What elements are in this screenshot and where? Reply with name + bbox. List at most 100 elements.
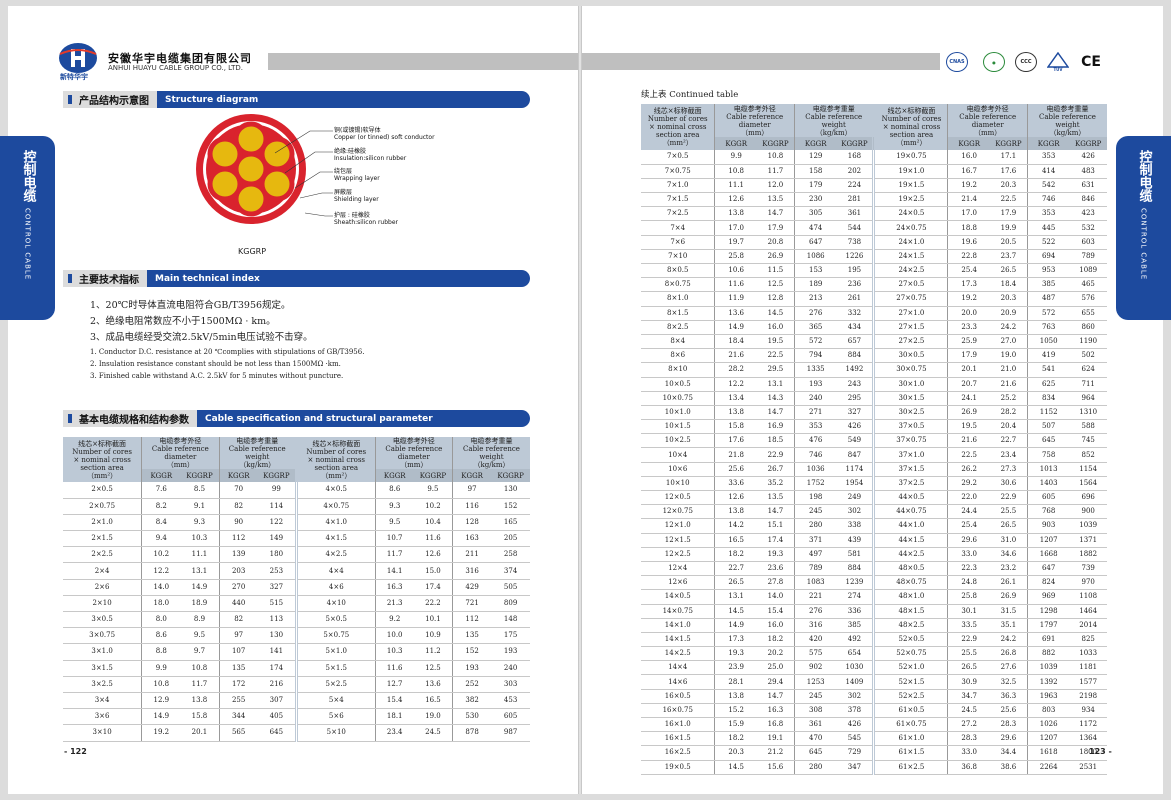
cell-spec: 16×2.5: [641, 745, 715, 761]
cell-spec: 12×0.5: [641, 490, 715, 506]
header-model-kggrp: KGGRP: [989, 137, 1028, 150]
layer-label-shielding: 屏蔽层 Shielding layer: [334, 189, 379, 203]
cell-value: 9.9: [714, 150, 757, 165]
cell-value: 353: [1026, 150, 1070, 165]
table-row: 14×6 28.1 29.4 1253 1409 52×1.5 30.9 32.5 1392 15…: [641, 674, 1107, 690]
table-row: 10×0.5 12.2 13.1 193 243 30×1.0 20.7 21.6 625 711: [641, 377, 1107, 392]
cell-value: 16.3: [756, 703, 795, 719]
cell-value: 10.4: [413, 514, 453, 532]
cell-spec: 48×2.5: [872, 618, 948, 633]
cell-spec: 14×6: [641, 674, 715, 690]
cell-spec: 24×2.5: [872, 263, 948, 279]
cell-value: 10.8: [141, 676, 181, 693]
cell-spec: 2×1.0: [63, 514, 142, 532]
cell-value: 10.9: [413, 627, 453, 645]
tech-index-cn-2: 2、绝缘电阻常数应不小于1500MΩ · km。: [90, 316, 276, 327]
cell-value: 35.1: [989, 618, 1028, 633]
cell-value: 336: [836, 604, 874, 619]
cell-value: 572: [793, 334, 837, 350]
cell-value: 20.3: [989, 178, 1028, 194]
cell-value: 1190: [1069, 334, 1107, 350]
diagram-leader-lines: [274, 130, 333, 217]
cell-spec: 3×6: [63, 708, 142, 726]
spec-table-left: 线芯×标称截面 Number of cores × nominal cross sec…: [63, 437, 530, 742]
header-model-kggrp: KGGRP: [491, 469, 530, 482]
cell-value: 426: [1069, 150, 1107, 165]
cell-value: 17.4: [413, 579, 453, 596]
cell-value: 16.0: [947, 150, 990, 165]
table-row: 16×0.75 15.2 16.3 308 378 61×0.5 24.5 25.6 803 93…: [641, 703, 1107, 719]
cell-value: 135: [452, 627, 492, 645]
cell-value: 739: [1069, 561, 1107, 577]
cell-value: 10.8: [714, 164, 757, 179]
cell-value: 24.2: [989, 320, 1028, 335]
cell-value: 13.8: [714, 689, 757, 704]
cell-spec: 4×1.0: [294, 514, 376, 532]
cell-value: 274: [836, 589, 874, 605]
cell-value: 24.4: [947, 504, 990, 520]
cell-value: 21.8: [714, 447, 757, 463]
table-row: 10×0.75 13.4 14.3 240 295 30×1.5 24.1 25.2 834 96…: [641, 391, 1107, 406]
table-row: 8×1.0 11.9 12.8 213 261 27×0.75 19.2 20.3 487 576: [641, 291, 1107, 307]
cell-spec: 14×0.75: [641, 604, 715, 619]
spec-table-right: 线芯×标称截面 Number of cores × nominal cross sec…: [641, 104, 1107, 775]
cell-value: 18.4: [714, 334, 757, 350]
cell-value: 31.5: [989, 604, 1028, 619]
cell-value: 13.5: [756, 490, 795, 506]
cell-value: 20.5: [989, 235, 1028, 250]
cell-value: 9.5: [413, 482, 453, 499]
cell-value: 15.1: [756, 518, 795, 534]
cell-value: 19.2: [947, 178, 990, 194]
cell-value: 445: [1026, 220, 1070, 236]
cell-value: 174: [257, 660, 297, 677]
header-cores-section: 线芯×标称截面 Number of cores × nominal cross sec…: [63, 437, 142, 482]
cell-value: 1564: [1069, 476, 1107, 492]
cell-spec: 7×0.75: [641, 164, 715, 179]
logo-text: 新特华宇: [60, 73, 88, 81]
cell-spec: 5×6: [294, 708, 376, 726]
cell-spec: 30×0.5: [872, 348, 948, 364]
cell-value: 25.6: [989, 703, 1028, 719]
cell-value: 24.5: [947, 703, 990, 719]
cell-spec: 2×4: [63, 562, 142, 580]
cell-spec: 7×4: [641, 220, 715, 236]
cell-value: 14.7: [756, 206, 795, 222]
cell-value: 16.5: [413, 692, 453, 710]
header-model-kggrp: KGGRP: [413, 469, 453, 482]
cell-value: 193: [793, 377, 837, 392]
cell-value: 17.3: [947, 277, 990, 293]
cell-value: 26.5: [947, 660, 990, 676]
cell-value: 515: [257, 595, 297, 613]
cell-value: 825: [1069, 632, 1107, 648]
cell-spec: 3×10: [63, 724, 142, 742]
table-row: 12×1.0 14.2 15.1 280 338 44×1.0 25.4 26.5 903 103…: [641, 518, 1107, 534]
cell-value: 9.4: [141, 530, 181, 548]
cell-value: 745: [1069, 433, 1107, 449]
cell-value: 21.2: [756, 745, 795, 761]
cell-value: 1963: [1026, 689, 1070, 704]
cell-value: 11.7: [180, 676, 220, 693]
company-logo: [59, 43, 97, 73]
cell-spec: 48×1.0: [872, 589, 948, 605]
cell-value: 22.3: [947, 561, 990, 577]
cell-value: 25.4: [947, 518, 990, 534]
cell-value: 2264: [1026, 760, 1070, 775]
header-model-kggrp: KGGRP: [836, 137, 874, 150]
cell-value: 12.9: [141, 692, 181, 710]
cell-value: 149: [257, 530, 297, 548]
page-number-right: 123 -: [1089, 747, 1112, 756]
cell-value: 22.0: [947, 490, 990, 506]
header-cores-section: 线芯×标称截面 Number of cores × nominal cross sec…: [641, 104, 715, 150]
cell-value: 763: [1026, 320, 1070, 335]
cell-value: 834: [1026, 391, 1070, 406]
cell-value: 30.9: [947, 674, 990, 690]
cell-value: 884: [836, 561, 874, 577]
cell-value: 243: [836, 377, 874, 392]
header-reference-weight: 电缆参考重量 Cable reference weight （kg/km）: [218, 437, 297, 469]
cell-value: 15.8: [714, 419, 757, 435]
cell-spec: 3×2.5: [63, 676, 142, 693]
header-model-kggr: KGGR: [218, 469, 258, 482]
cell-value: 22.8: [947, 249, 990, 265]
table-row: 8×10 28.2 29.5 1335 1492 30×0.75 20.1 21.0 541 62…: [641, 362, 1107, 378]
cell-spec: 8×4: [641, 334, 715, 350]
